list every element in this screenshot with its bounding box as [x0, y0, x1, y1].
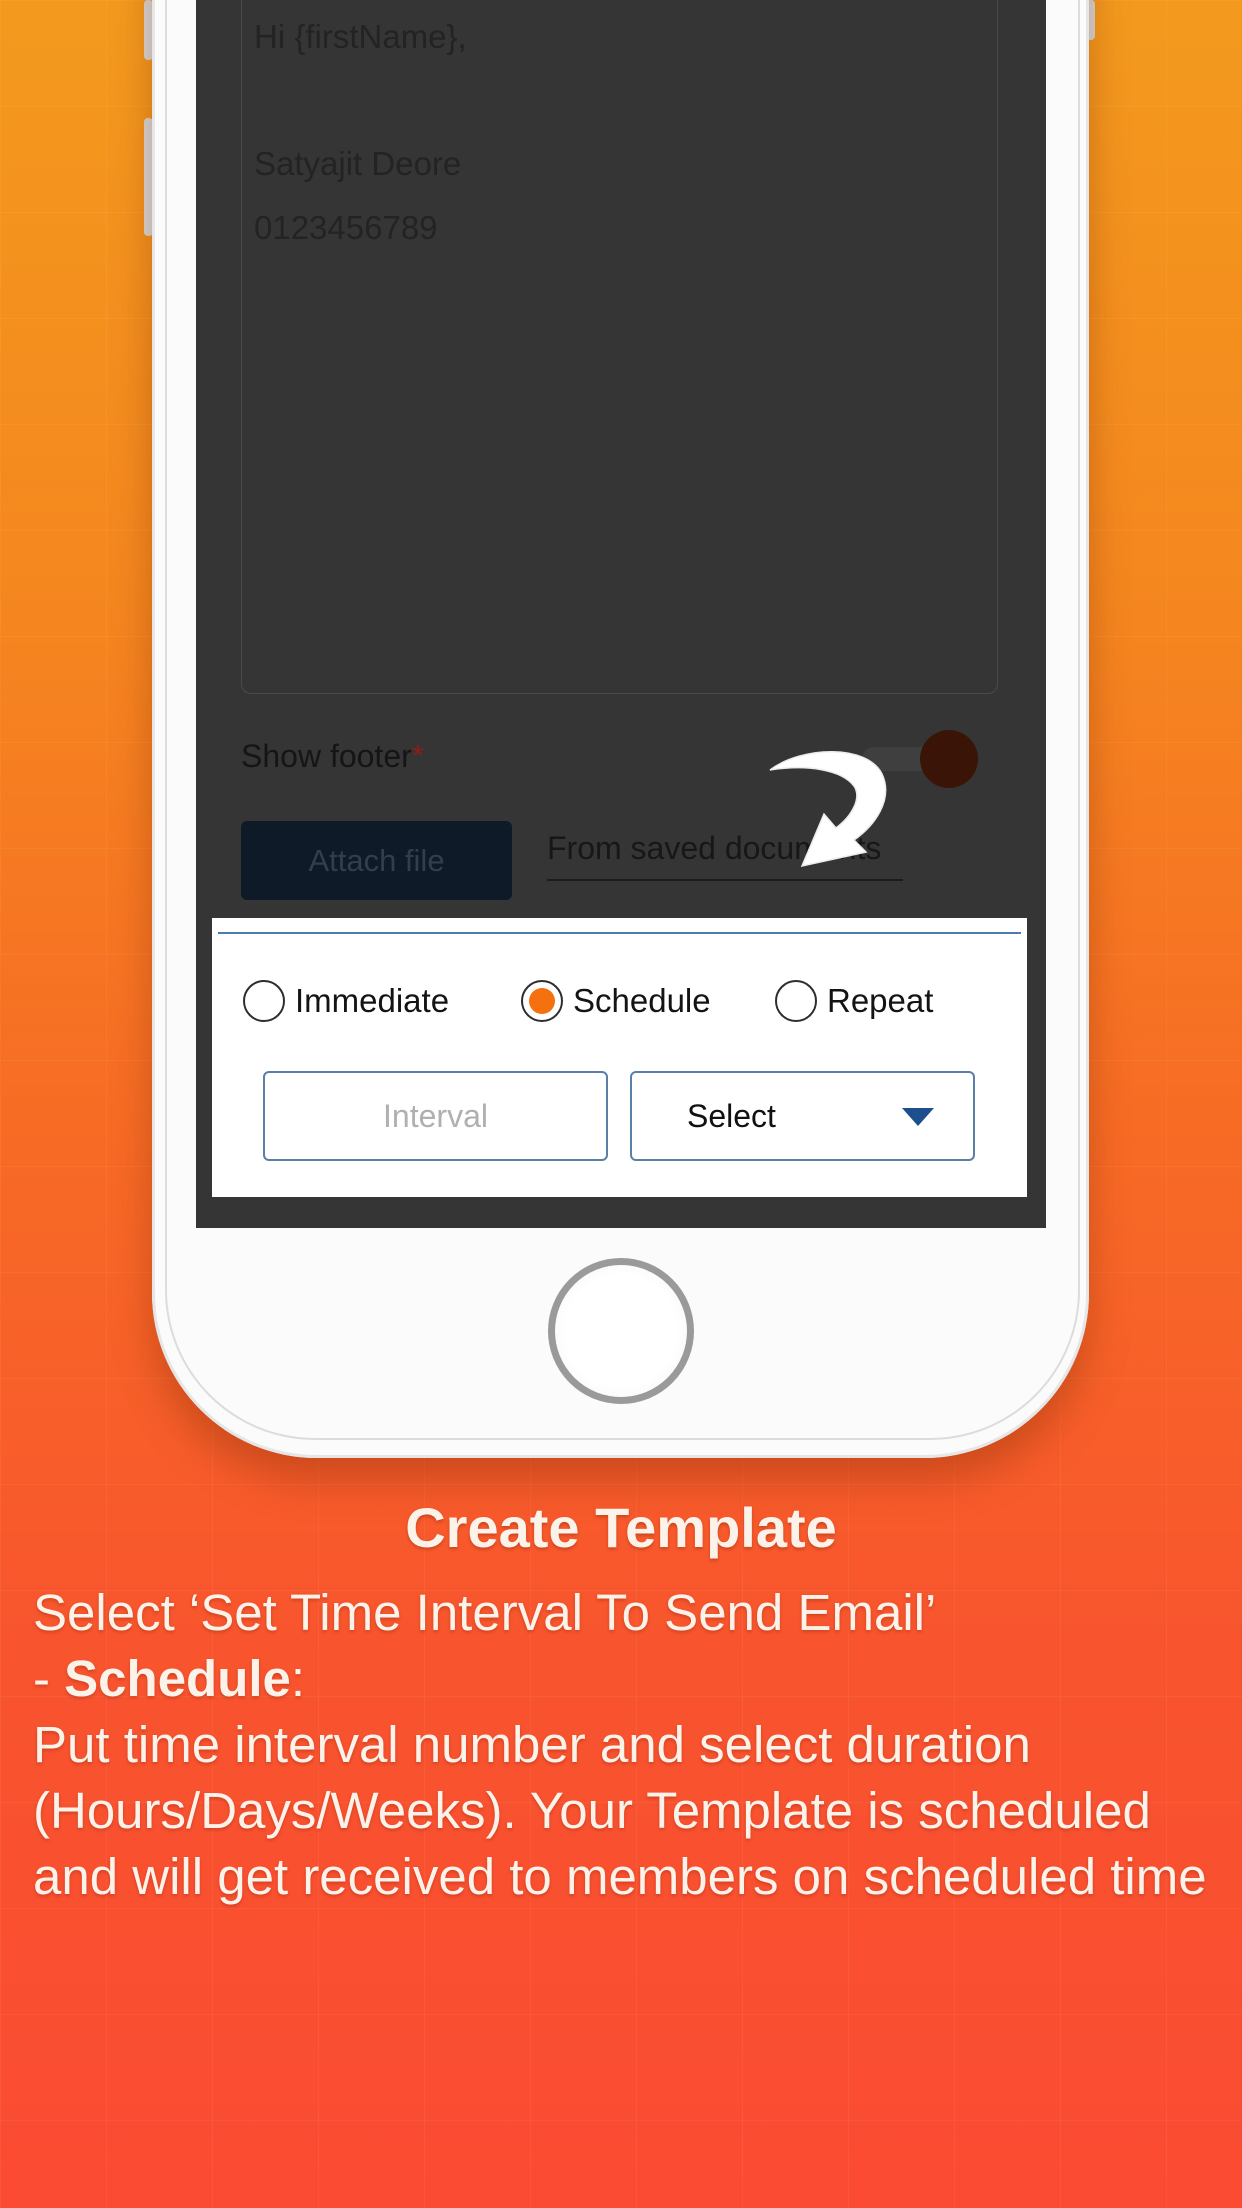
radio-repeat-label: Repeat — [827, 982, 934, 1019]
radio-schedule-label: Schedule — [573, 982, 711, 1019]
home-button — [548, 1258, 694, 1404]
greeting-line: Hi {firstName}, — [254, 18, 467, 55]
caption-line-1: Select ‘Set Time Interval To Send Email’ — [33, 1584, 937, 1641]
interval-input[interactable]: Interval — [263, 1071, 608, 1161]
caption-line-2: - Schedule: — [33, 1646, 1233, 1712]
signature-phone: 0123456789 — [254, 209, 438, 246]
email-body-textarea[interactable]: Hi {firstName}, Satyajit Deore 012345678… — [241, 0, 998, 694]
duration-select-value: Select — [687, 1098, 776, 1134]
show-footer-text: Show footer — [241, 738, 412, 774]
caption-dash: - — [33, 1650, 65, 1707]
chevron-down-icon — [902, 1108, 934, 1126]
radio-schedule[interactable]: Schedule — [521, 980, 711, 1022]
panel-divider — [218, 932, 1021, 934]
signature-name: Satyajit Deore — [254, 145, 462, 182]
caption-line-3: Put time interval number and select dura… — [33, 1716, 1207, 1905]
radio-immediate[interactable]: Immediate — [243, 980, 449, 1022]
attach-file-button[interactable]: Attach file — [241, 821, 512, 900]
radio-immediate-circle[interactable] — [243, 980, 285, 1022]
caption-schedule-bold: Schedule — [64, 1650, 291, 1707]
caption-title: Create Template — [405, 1496, 837, 1559]
show-footer-toggle[interactable] — [920, 730, 978, 788]
radio-schedule-circle[interactable] — [521, 980, 563, 1022]
curved-arrow-icon — [769, 751, 887, 868]
caption-colon: : — [290, 1650, 306, 1707]
radio-repeat[interactable]: Repeat — [775, 980, 933, 1022]
radio-repeat-circle[interactable] — [775, 980, 817, 1022]
radio-immediate-label: Immediate — [295, 982, 450, 1019]
duration-select[interactable]: Select — [630, 1071, 975, 1161]
send-type-radio-group: Immediate Schedule Repeat — [212, 980, 1027, 1030]
phone-screen: Hi {firstName}, Satyajit Deore 012345678… — [196, 0, 1046, 1228]
required-mark: * — [411, 738, 425, 774]
send-options-panel: Immediate Schedule Repeat Interval Selec… — [212, 918, 1027, 1197]
show-footer-label: Show footer* — [241, 738, 424, 775]
caption-body: Select ‘Set Time Interval To Send Email’… — [33, 1580, 1233, 1910]
